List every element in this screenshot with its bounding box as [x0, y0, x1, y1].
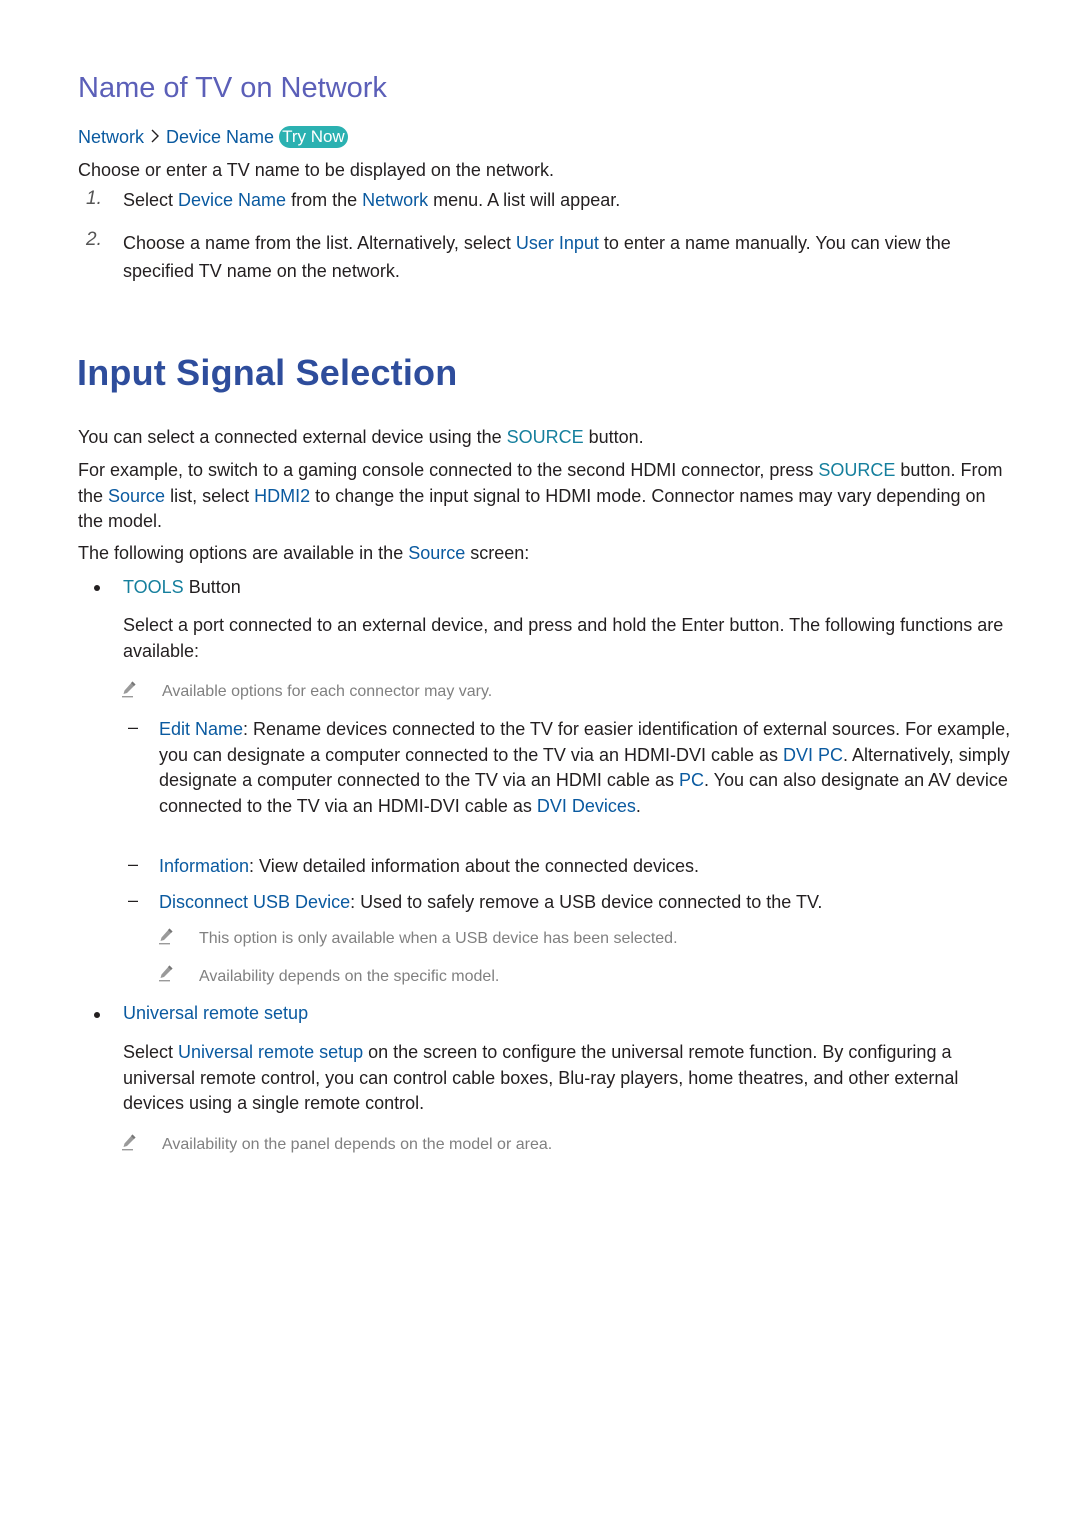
link-user-input[interactable]: User Input [516, 233, 599, 253]
text: : View detailed information about the co… [249, 856, 700, 876]
dash-icon: – [128, 890, 139, 910]
step-number: 1. [86, 188, 102, 209]
text: button. [583, 427, 644, 447]
link-pc[interactable]: PC [679, 770, 704, 790]
text: For example, to switch to a gaming conso… [78, 460, 819, 480]
subitem-edit-name: Edit Name: Rename devices connected to t… [159, 717, 1014, 819]
button-name-tools: TOOLS [123, 577, 184, 597]
text: The following options are available in t… [78, 543, 409, 563]
text: You can select a connected external devi… [78, 427, 507, 447]
pencil-note-icon [158, 927, 174, 945]
menu-path-network[interactable]: Network [78, 127, 144, 148]
link-hdmi2[interactable]: HDMI2 [254, 486, 310, 506]
link-source[interactable]: Source [108, 486, 165, 506]
menu-path: Network Device Name Try Now [78, 126, 348, 148]
link-dvi-pc[interactable]: DVI PC [783, 745, 843, 765]
bullet-icon [94, 585, 100, 591]
step-1: Select Device Name from the Network menu… [123, 188, 620, 214]
subitem-information: Information: View detailed information a… [159, 854, 699, 880]
section-title-name-of-tv: Name of TV on Network [78, 72, 387, 104]
step-2: Choose a name from the list. Alternative… [123, 229, 1003, 285]
text: . [635, 795, 641, 816]
link-source[interactable]: Source [408, 543, 465, 563]
menu-path-device-name[interactable]: Device Name [166, 127, 274, 148]
text: Select [123, 190, 179, 210]
paragraph-example: For example, to switch to a gaming conso… [78, 458, 1008, 535]
tools-description: Select a port connected to an external d… [123, 615, 1004, 661]
pencil-note-icon [121, 680, 137, 698]
link-edit-name[interactable]: Edit Name [159, 719, 243, 739]
button-name-source: SOURCE [506, 427, 584, 447]
bullet-universal-remote-setup[interactable]: Universal remote setup [123, 1003, 308, 1024]
section-title-input-signal: Input Signal Selection [77, 352, 458, 393]
link-information[interactable]: Information [159, 856, 249, 876]
intro-text: Choose or enter a TV name to be displaye… [78, 160, 554, 180]
try-now-button[interactable]: Try Now [279, 126, 348, 148]
note-text: Available options for each connector may… [162, 683, 493, 700]
text: Select [123, 1042, 179, 1062]
note-text: Availability depends on the specific mod… [199, 968, 500, 985]
chevron-right-icon [150, 127, 160, 148]
paragraph-source: You can select a connected external devi… [78, 425, 644, 451]
link-universal-remote-setup[interactable]: Universal remote setup [178, 1042, 363, 1062]
link-dvi-devices[interactable]: DVI Devices [537, 796, 636, 816]
dash-icon: – [128, 854, 139, 874]
note-text: Availability on the panel depends on the… [162, 1136, 553, 1153]
bullet-icon [94, 1012, 100, 1018]
button-name-source: SOURCE [818, 460, 896, 480]
text: : Used to safely remove a USB device con… [350, 892, 823, 912]
text: from the [286, 190, 363, 210]
link-device-name[interactable]: Device Name [178, 190, 286, 210]
text: Choose a name from the list. Alternative… [123, 233, 516, 253]
universal-remote-description: Select Universal remote setup on the scr… [123, 1040, 1003, 1117]
note-text: This option is only available when a USB… [199, 930, 678, 947]
text: screen: [465, 543, 530, 563]
text: menu. A list will appear. [428, 190, 621, 210]
step-number: 2. [86, 229, 102, 250]
pencil-note-icon [121, 1133, 137, 1151]
text: Button [183, 577, 241, 597]
link-disconnect-usb-device[interactable]: Disconnect USB Device [159, 892, 350, 912]
text: list, select [165, 485, 255, 506]
link-network[interactable]: Network [362, 190, 428, 210]
paragraph-options: The following options are available in t… [78, 541, 529, 567]
dash-icon: – [128, 717, 139, 737]
pencil-note-icon [158, 964, 174, 982]
bullet-tools-button: TOOLS Button [123, 575, 241, 601]
subitem-disconnect-usb: Disconnect USB Device: Used to safely re… [159, 890, 822, 916]
